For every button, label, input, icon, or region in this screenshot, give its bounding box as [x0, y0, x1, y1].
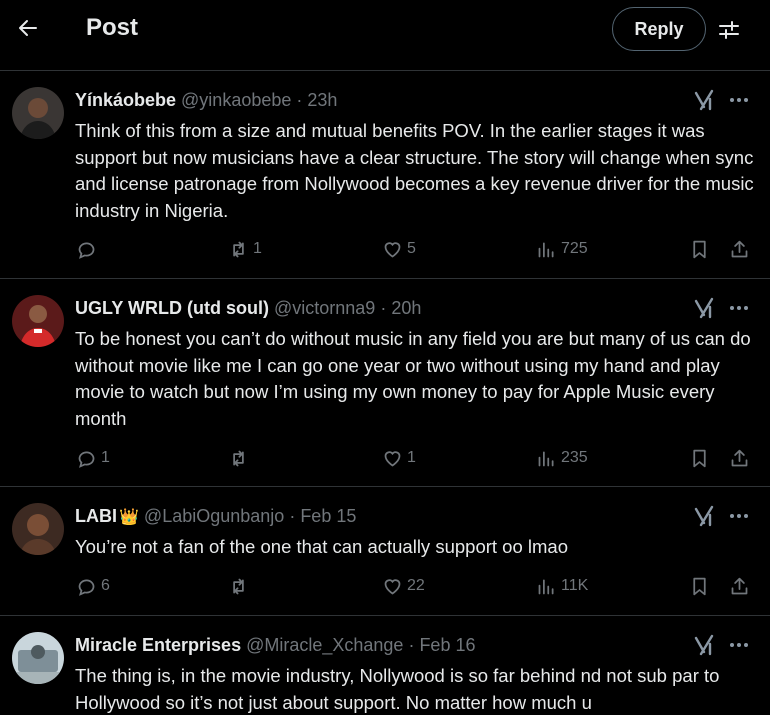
like-action[interactable]: 1: [382, 444, 416, 472]
top-bar: Post Reply: [0, 0, 770, 71]
reply-action[interactable]: 6: [76, 572, 110, 600]
share-icon: [731, 449, 748, 466]
avatar[interactable]: [12, 632, 64, 684]
reply-action[interactable]: [76, 235, 101, 263]
reply-icon: [78, 451, 95, 468]
handle[interactable]: @victornna9: [274, 298, 375, 319]
timestamp[interactable]: 23h: [307, 90, 337, 111]
reply-tweet[interactable]: UGLY WRLD (utd soul) @victornna9 · 20h T…: [0, 279, 770, 487]
settings-button[interactable]: [712, 13, 746, 47]
view-count: 11K: [561, 577, 589, 594]
reply-tweet[interactable]: LABI 👑 @LabiOgunbanjo · Feb 15 You’re no…: [0, 487, 770, 616]
share-action[interactable]: [729, 572, 750, 600]
timestamp[interactable]: 20h: [391, 298, 421, 319]
share-icon: [731, 240, 748, 257]
reply-tweet[interactable]: Miracle Enterprises @Miracle_Xchange · F…: [0, 616, 770, 715]
views-icon: [538, 242, 554, 257]
more-icon[interactable]: [727, 505, 751, 527]
handle[interactable]: @LabiOgunbanjo: [144, 506, 284, 527]
arrow-left-icon: [19, 20, 37, 36]
repost-icon: [233, 241, 244, 257]
action-bar: 6 22 11K: [0, 572, 770, 600]
repost-icon: [233, 578, 244, 594]
like-action[interactable]: 22: [382, 572, 425, 600]
reply-icon: [78, 242, 95, 259]
sliders-icon: [719, 21, 739, 39]
display-name[interactable]: Yínkáobebe: [75, 90, 176, 111]
back-button[interactable]: [10, 10, 46, 46]
share-icon: [731, 577, 748, 594]
heart-icon: [384, 578, 401, 595]
avatar[interactable]: [12, 503, 64, 555]
separator-dot: ·: [289, 506, 296, 526]
more-icon[interactable]: [727, 89, 751, 111]
more-icon[interactable]: [727, 297, 751, 319]
heart-icon: [384, 450, 401, 467]
reply-action[interactable]: 1: [76, 444, 110, 472]
reply-button[interactable]: Reply: [612, 7, 706, 51]
action-bar: 1 1 235: [0, 444, 770, 472]
tweet-header: Miracle Enterprises @Miracle_Xchange · F…: [75, 635, 475, 656]
views-action[interactable]: 11K: [536, 572, 588, 600]
view-count: 725: [561, 240, 588, 257]
bookmark-action[interactable]: [689, 444, 710, 472]
heart-icon: [384, 241, 401, 258]
reply-icon: [78, 579, 95, 596]
views-action[interactable]: 235: [536, 444, 588, 472]
reply-tweet[interactable]: Yínkáobebe @yinkaobebe · 23h Think of th…: [0, 71, 770, 279]
separator-dot: ·: [408, 635, 415, 655]
tweet-text: The thing is, in the movie industry, Nol…: [75, 665, 720, 713]
crown-emoji: 👑: [119, 509, 139, 526]
display-name[interactable]: Miracle Enterprises: [75, 635, 241, 656]
avatar[interactable]: [12, 295, 64, 347]
tweet-text: To be honest you can’t do without music …: [75, 328, 751, 429]
bookmark-icon: [693, 449, 706, 467]
timestamp[interactable]: Feb 15: [300, 506, 356, 527]
bookmark-icon: [693, 240, 706, 258]
bookmark-action[interactable]: [689, 572, 710, 600]
tweet-header: LABI 👑 @LabiOgunbanjo · Feb 15: [75, 506, 356, 527]
handle[interactable]: @Miracle_Xchange: [246, 635, 403, 656]
display-name[interactable]: LABI: [75, 506, 117, 527]
reply-count: 1: [101, 449, 110, 466]
grok-icon[interactable]: [693, 89, 715, 111]
repost-icon: [233, 450, 244, 466]
timestamp[interactable]: Feb 16: [419, 635, 475, 656]
like-action[interactable]: 5: [382, 235, 416, 263]
like-count: 22: [407, 577, 425, 594]
tweet-text: You’re not a fan of the one that can act…: [75, 536, 568, 557]
handle[interactable]: @yinkaobebe: [181, 90, 291, 111]
separator-dot: ·: [296, 90, 303, 110]
like-count: 1: [407, 449, 416, 466]
repost-action[interactable]: [228, 444, 253, 472]
repost-action[interactable]: [228, 572, 253, 600]
repost-action[interactable]: 1: [228, 235, 262, 263]
tweet-text: Think of this from a size and mutual ben…: [75, 120, 754, 221]
grok-icon[interactable]: [693, 634, 715, 656]
display-name[interactable]: UGLY WRLD (utd soul): [75, 298, 269, 319]
share-action[interactable]: [729, 444, 750, 472]
grok-icon[interactable]: [693, 297, 715, 319]
repost-count: 1: [253, 240, 262, 257]
view-count: 235: [561, 449, 588, 466]
page-title: Post: [86, 14, 139, 41]
action-bar: 1 5 725: [0, 235, 770, 263]
views-icon: [538, 579, 554, 594]
views-icon: [538, 451, 554, 466]
grok-icon[interactable]: [693, 505, 715, 527]
like-count: 5: [407, 240, 416, 257]
bookmark-action[interactable]: [689, 235, 710, 263]
avatar[interactable]: [12, 87, 64, 139]
reply-count: 6: [101, 577, 110, 594]
more-icon[interactable]: [727, 634, 751, 656]
separator-dot: ·: [380, 298, 387, 318]
tweet-header: UGLY WRLD (utd soul) @victornna9 · 20h: [75, 298, 421, 319]
views-action[interactable]: 725: [536, 235, 588, 263]
bookmark-icon: [693, 577, 706, 595]
share-action[interactable]: [729, 235, 750, 263]
tweet-header: Yínkáobebe @yinkaobebe · 23h: [75, 90, 337, 111]
